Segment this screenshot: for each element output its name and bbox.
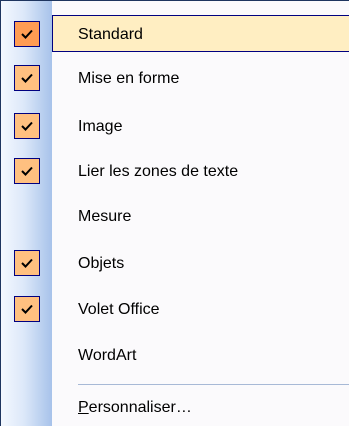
menu-item-label: Objets <box>78 255 125 272</box>
menu-item-personnaliser[interactable]: Personnaliser… <box>1 385 349 426</box>
menu-item-label: Lier les zones de texte <box>78 163 239 180</box>
menu-item-lier-zones-texte[interactable]: Lier les zones de texte <box>1 149 349 194</box>
menu-item-image[interactable]: Image <box>1 104 349 149</box>
menu-item-mesure[interactable]: Mesure <box>1 194 349 239</box>
menu-item-label-rest: ersonnaliser… <box>88 399 192 416</box>
checkmark-icon <box>14 158 40 184</box>
menu-item-label: Volet Office <box>78 301 160 318</box>
checkmark-icon <box>14 296 40 322</box>
menu-item-label: Standard <box>78 26 143 43</box>
menu-item-label: WordArt <box>78 347 137 364</box>
checkmark-icon <box>14 250 40 276</box>
toolbars-context-menu: Standard Mise en forme Image Lier les zo… <box>0 0 349 426</box>
checkmark-icon <box>14 21 40 47</box>
menu-item-volet-office[interactable]: Volet Office <box>1 287 349 332</box>
checkmark-icon <box>14 113 40 139</box>
menu-item-label: Personnaliser… <box>78 385 192 426</box>
menu-item-wordart[interactable]: WordArt <box>1 333 349 378</box>
menu-item-label: Image <box>78 118 123 135</box>
menu-item-label: Mesure <box>78 208 132 225</box>
menu-item-objets[interactable]: Objets <box>1 241 349 286</box>
menu-item-mise-en-forme[interactable]: Mise en forme <box>1 56 349 101</box>
mnemonic-letter: P <box>78 399 89 416</box>
menu-item-standard[interactable]: Standard <box>1 12 349 57</box>
menu-item-label: Mise en forme <box>78 70 180 87</box>
checkmark-icon <box>14 65 40 91</box>
